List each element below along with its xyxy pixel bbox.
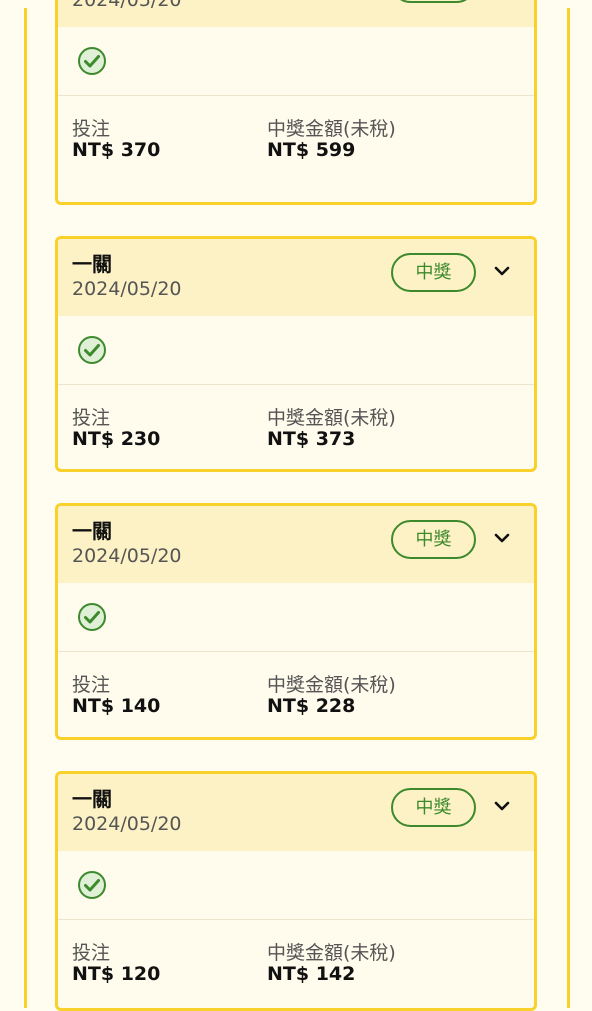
win-amount-value: NT$ 142 xyxy=(267,963,356,985)
status-badge: 中獎 xyxy=(391,253,476,292)
win-amount-label: 中獎金額(未稅) xyxy=(267,118,396,140)
divider xyxy=(58,384,534,385)
win-amount-label: 中獎金額(未稅) xyxy=(267,674,396,696)
status-badge: 中獎 xyxy=(391,520,476,559)
bet-date: 2024/05/20 xyxy=(72,0,182,11)
bet-amount-label: 投注 xyxy=(72,118,111,140)
bet-card-header[interactable]: 一關 2024/05/20 中獎 xyxy=(58,0,534,27)
bet-card[interactable]: 一關 2024/05/20 中獎 投注 NT$ 120 中獎金額(未稅) NT$… xyxy=(55,771,537,1011)
check-circle-icon xyxy=(78,47,106,75)
bet-date: 2024/05/20 xyxy=(72,545,182,567)
bet-card-header[interactable]: 一關 2024/05/20 中獎 xyxy=(58,506,534,583)
chevron-down-icon[interactable] xyxy=(494,265,510,277)
bet-amount-label: 投注 xyxy=(72,407,111,429)
bet-amount-label: 投注 xyxy=(72,674,111,696)
bet-amount-label: 投注 xyxy=(72,942,111,964)
bet-card-header[interactable]: 一關 2024/05/20 中獎 xyxy=(58,239,534,316)
divider xyxy=(58,95,534,96)
bet-type-title: 一關 xyxy=(72,787,112,811)
divider xyxy=(58,919,534,920)
check-circle-icon xyxy=(78,603,106,631)
check-circle-icon xyxy=(78,871,106,899)
bet-amount-value: NT$ 370 xyxy=(72,139,161,161)
check-circle-icon xyxy=(78,336,106,364)
divider xyxy=(58,651,534,652)
win-amount-label: 中獎金額(未稅) xyxy=(267,407,396,429)
bet-amount-value: NT$ 230 xyxy=(72,428,161,450)
bet-card[interactable]: 一關 2024/05/20 中獎 投注 NT$ 230 中獎金額(未稅) NT$… xyxy=(55,236,537,472)
bet-amount-value: NT$ 120 xyxy=(72,963,161,985)
bet-card[interactable]: 一關 2024/05/20 中獎 投注 NT$ 370 中獎金額(未稅) NT$… xyxy=(55,0,537,205)
win-amount-value: NT$ 373 xyxy=(267,428,356,450)
status-badge: 中獎 xyxy=(391,788,476,827)
bet-type-title: 一關 xyxy=(72,252,112,276)
chevron-down-icon[interactable] xyxy=(494,532,510,544)
win-amount-value: NT$ 228 xyxy=(267,695,356,717)
bet-card[interactable]: 一關 2024/05/20 中獎 投注 NT$ 140 中獎金額(未稅) NT$… xyxy=(55,503,537,740)
bet-amount-value: NT$ 140 xyxy=(72,695,161,717)
chevron-down-icon[interactable] xyxy=(494,800,510,812)
bet-date: 2024/05/20 xyxy=(72,278,182,300)
win-amount-label: 中獎金額(未稅) xyxy=(267,942,396,964)
status-badge: 中獎 xyxy=(391,0,476,3)
bet-type-title: 一關 xyxy=(72,519,112,543)
bet-history-list: 一關 2024/05/20 中獎 投注 NT$ 370 中獎金額(未稅) NT$… xyxy=(0,0,592,1011)
win-amount-value: NT$ 599 xyxy=(267,139,356,161)
bet-card-header[interactable]: 一關 2024/05/20 中獎 xyxy=(58,774,534,851)
bet-date: 2024/05/20 xyxy=(72,813,182,835)
